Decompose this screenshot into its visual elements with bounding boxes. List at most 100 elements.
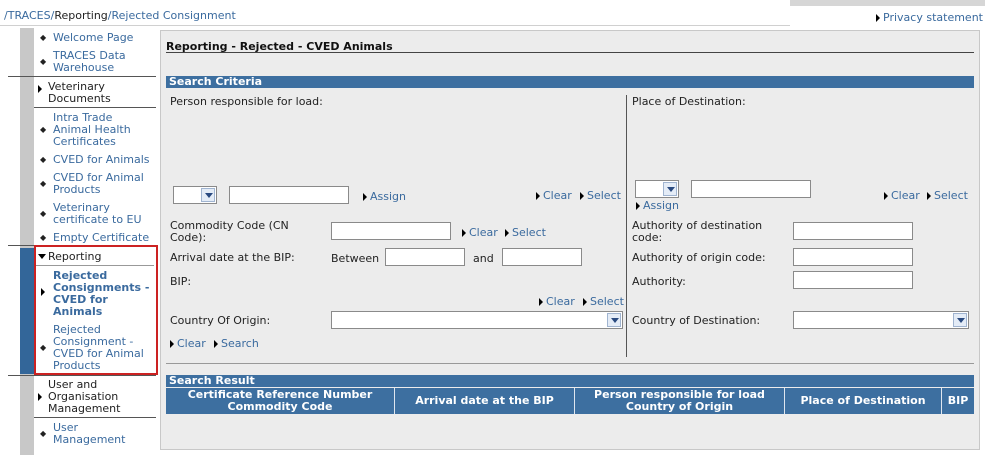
arrow-right-icon [363, 193, 367, 201]
person-clear-link[interactable]: Clear [536, 189, 572, 202]
commodity-input[interactable] [331, 222, 451, 240]
country-origin-select[interactable] [331, 311, 623, 329]
link-label: Clear [891, 189, 920, 202]
nav-vet-certificate[interactable]: ◆ Veterinary certificate to EU [36, 202, 156, 226]
col-arrival-date[interactable]: Arrival date at the BIP [395, 388, 575, 414]
link-label: Select [512, 226, 546, 239]
auth-dest-label: Authority of destination code: [632, 220, 762, 244]
nav-reporting[interactable]: Reporting [36, 251, 156, 263]
bip-label: BIP: [170, 275, 192, 288]
col-label: Commodity Code [227, 400, 333, 413]
arrow-right-icon [583, 298, 587, 306]
col-label: Arrival date at the BIP [415, 394, 554, 407]
col-bip[interactable]: BIP [942, 388, 974, 414]
between-label: Between [331, 252, 380, 265]
col-label: BIP [947, 394, 969, 407]
col-label: Place of Destination [800, 394, 926, 407]
person-assign-link[interactable]: Assign [363, 190, 406, 203]
nav-cved-animals[interactable]: ◆ CVED for Animals [36, 154, 156, 166]
nav-active-bar [20, 248, 34, 374]
nav-label: Management [48, 402, 121, 415]
place-clear-link[interactable]: Clear [884, 189, 920, 202]
nav-divider [36, 265, 154, 266]
top-gray-strip [790, 0, 985, 6]
nav-data-warehouse[interactable]: ◆ TRACES Data Warehouse [36, 50, 156, 74]
bullet-icon: ◆ [40, 155, 47, 164]
arrival-from-input[interactable] [385, 248, 465, 266]
arrow-right-icon [462, 229, 466, 237]
nav-rejected-products[interactable]: ◆ Rejected Consignment - CVED for Animal… [36, 324, 156, 372]
nav-label: Certificates [53, 135, 116, 148]
arrow-down-icon [38, 254, 46, 259]
breadcrumb-traces[interactable]: TRACES [8, 9, 51, 22]
auth-dest-input[interactable] [793, 222, 913, 240]
nav-rejected-animals[interactable]: Rejected Consignments - CVED for Animals [36, 270, 156, 318]
result-table-header: Certificate Reference Number Commodity Co… [166, 388, 974, 414]
authority-input[interactable] [793, 271, 913, 289]
privacy-statement-link[interactable]: Privacy statement [876, 11, 983, 24]
and-label: and [473, 252, 494, 265]
bullet-icon: ◆ [40, 209, 47, 218]
privacy-label: Privacy statement [883, 11, 983, 24]
country-dest-label: Country of Destination: [632, 314, 761, 327]
col-person-responsible[interactable]: Person responsible for load Country of Or… [575, 388, 785, 414]
arrow-right-icon [505, 229, 509, 237]
bip-select-link[interactable]: Select [583, 295, 624, 308]
col-certificate-ref[interactable]: Certificate Reference Number Commodity Co… [166, 388, 395, 414]
col-place-destination[interactable]: Place of Destination [785, 388, 942, 414]
section-divider [166, 363, 974, 364]
commodity-clear-link[interactable]: Clear [462, 226, 498, 239]
nav-cved-animal-products[interactable]: ◆ CVED for Animal Products [36, 172, 156, 196]
nav-user-management[interactable]: ◆ User Management [36, 422, 156, 446]
column-divider [626, 95, 627, 357]
nav-empty-certificate[interactable]: ◆ Empty Certificate [36, 232, 156, 244]
arrow-right-icon [170, 340, 174, 348]
breadcrumb-reporting[interactable]: Reporting [54, 9, 107, 22]
bullet-icon: ◆ [40, 343, 47, 352]
nav-divider [34, 417, 156, 418]
chevron-down-icon [607, 313, 621, 327]
top-bar: /TRACES/Reporting/Rejected Consignment P… [0, 0, 985, 26]
link-label: Select [934, 189, 968, 202]
arrow-right-icon [38, 393, 42, 401]
person-select-link[interactable]: Select [580, 189, 621, 202]
place-input[interactable] [691, 180, 811, 198]
nav-veterinary-documents[interactable]: Veterinary Documents [36, 81, 156, 105]
person-type-select[interactable] [173, 186, 217, 204]
nav-label: Products [53, 183, 101, 196]
nav-intra-trade[interactable]: ◆ Intra Trade Animal Health Certificates [36, 112, 156, 148]
country-dest-select[interactable] [793, 311, 969, 329]
col-label: Country of Origin [625, 400, 734, 413]
link-label: Clear [177, 337, 206, 350]
arrival-label: Arrival date at the BIP: [170, 251, 295, 264]
link-label: Clear [543, 189, 572, 202]
link-label: Assign [643, 199, 679, 212]
person-input[interactable] [229, 186, 349, 204]
arrow-right-icon [41, 288, 45, 296]
form-search-link[interactable]: Search [214, 337, 259, 350]
place-label: Place of Destination: [632, 95, 746, 108]
nav-label: Reporting [48, 250, 102, 263]
commodity-select-link[interactable]: Select [505, 226, 546, 239]
nav-label: Warehouse [53, 61, 115, 74]
nav-user-org-management[interactable]: User and Organisation Management [36, 379, 156, 415]
place-type-select[interactable] [635, 180, 679, 198]
auth-origin-input[interactable] [793, 248, 913, 266]
label-line: Code): [170, 231, 207, 244]
link-label: Clear [469, 226, 498, 239]
bullet-icon: ◆ [40, 33, 47, 42]
top-divider [0, 25, 790, 26]
search-criteria-header: Search Criteria [166, 76, 974, 88]
nav-welcome-page[interactable]: ◆ Welcome Page [36, 32, 156, 44]
place-select-link[interactable]: Select [927, 189, 968, 202]
bip-clear-link[interactable]: Clear [539, 295, 575, 308]
link-label: Select [587, 189, 621, 202]
chevron-down-icon [201, 188, 215, 202]
nav-gray-bar [20, 28, 34, 455]
form-clear-link[interactable]: Clear [170, 337, 206, 350]
bullet-icon: ◆ [40, 57, 47, 66]
arrival-to-input[interactable] [502, 248, 582, 266]
place-assign-link[interactable]: Assign [636, 199, 679, 212]
nav-label: Products [53, 359, 101, 372]
chevron-down-icon [663, 182, 677, 196]
